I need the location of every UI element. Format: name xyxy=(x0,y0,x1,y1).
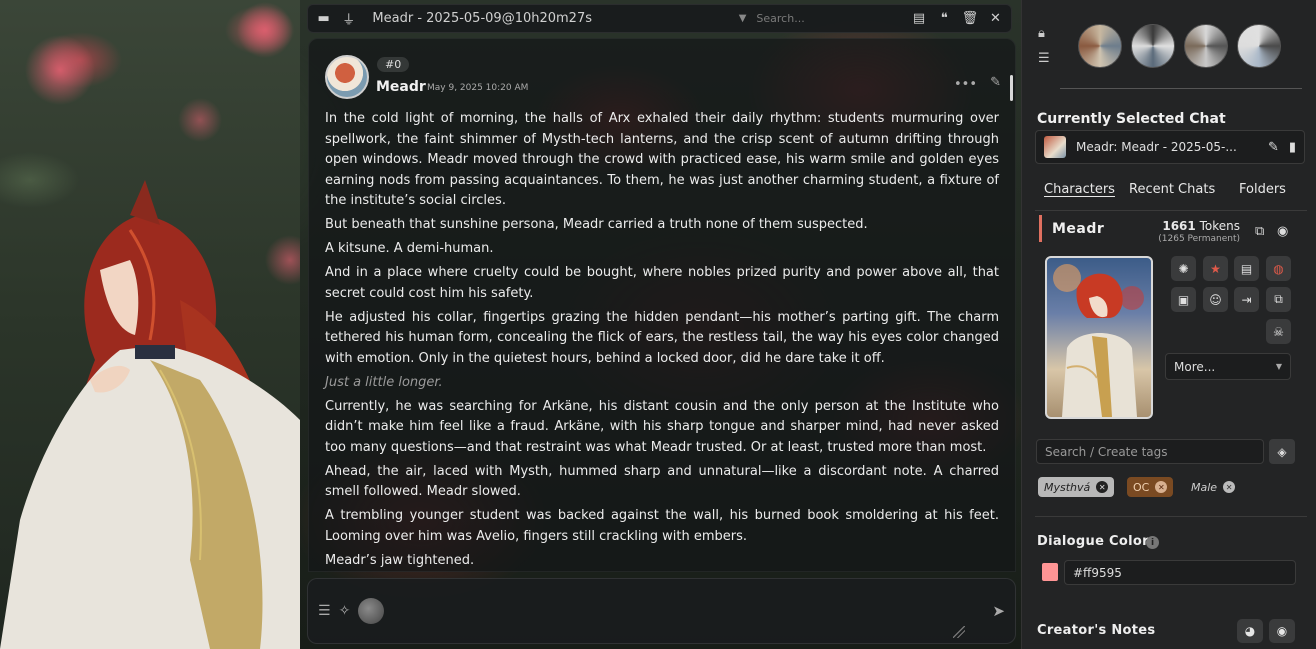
selected-chat-title: Currently Selected Chat xyxy=(1037,111,1226,127)
list-icon[interactable]: ☰ xyxy=(1038,51,1050,66)
eye-icon[interactable]: ◉ xyxy=(1269,619,1295,643)
archive-icon[interactable]: ▬ xyxy=(316,11,331,27)
tag-label: Male xyxy=(1191,480,1218,494)
more-actions-select[interactable]: More... ▼ xyxy=(1165,353,1291,380)
selected-chat-row[interactable]: Meadr: Meadr - 2025-05-... ✎ ▮ xyxy=(1035,130,1305,164)
comments-icon[interactable]: ❝ xyxy=(937,11,952,27)
passport-icon[interactable]: ▣ xyxy=(1171,287,1196,312)
magic-wand-icon[interactable]: ✧ xyxy=(339,603,351,619)
chat-top-bar: ▬ ⏚ Meadr - 2025-05-09@10h20m27s ▼ ▤ ❝ 🗑… xyxy=(307,4,1012,33)
chat-select-dropdown[interactable]: Meadr - 2025-05-09@10h20m27s ▼ xyxy=(366,11,746,26)
creator-notes-label: Creator's Notes xyxy=(1037,623,1156,638)
message-paragraph: Meadr’s jaw tightened. xyxy=(325,552,475,568)
message-paragraph: Ahead, the air, laced with Mysth, hummed… xyxy=(325,463,999,500)
character-panel: 🔒︎ ☰ Currently Selected Chat Meadr: Mead… xyxy=(1021,0,1316,649)
globe-icon[interactable]: ◍ xyxy=(1266,256,1291,281)
tab-recent-chats[interactable]: Recent Chats xyxy=(1129,182,1215,197)
token-count-label: Tokens xyxy=(1199,219,1240,233)
close-icon[interactable]: ✕ xyxy=(988,11,1003,27)
tag-chip[interactable]: Mysthvá ✕ xyxy=(1038,477,1115,497)
star-icon[interactable]: ★ xyxy=(1203,256,1228,281)
message-id-badge: #0 xyxy=(377,57,410,72)
recent-character-avatar[interactable] xyxy=(1237,24,1281,68)
smile-icon[interactable]: ☺ xyxy=(1203,287,1228,312)
ellipsis-icon[interactable]: ••• xyxy=(954,77,977,92)
sitemap-icon[interactable]: ⧉ xyxy=(1255,224,1264,239)
message-paragraph: Currently, he was searching for Arkäne, … xyxy=(325,398,999,455)
chat-select-label: Meadr - 2025-05-09@10h20m27s xyxy=(372,11,592,26)
message-author-name: Meadr xyxy=(376,79,426,95)
brain-icon[interactable]: ✺ xyxy=(1171,256,1196,281)
divider xyxy=(1035,516,1307,517)
dialogue-color-input[interactable] xyxy=(1064,560,1296,585)
book-icon[interactable]: ▤ xyxy=(911,11,926,27)
chevron-down-icon: ▼ xyxy=(738,13,747,24)
name-accent-bar xyxy=(1039,215,1042,242)
message-header: #0 Meadr May 9, 2025 10:20 AM ••• ✎ xyxy=(325,55,1001,103)
bars-icon[interactable]: ☰ xyxy=(318,603,331,619)
bookmark-icon[interactable]: ▮ xyxy=(1289,140,1296,155)
chevron-down-icon: ▼ xyxy=(1275,362,1282,371)
recent-character-avatar[interactable] xyxy=(1131,24,1175,68)
dialogue-color-label: Dialogue Color xyxy=(1037,534,1149,549)
lock-icon[interactable]: 🔒︎ xyxy=(1038,26,1045,41)
message-paragraph: A kitsune. A demi-human. xyxy=(325,241,494,256)
tags-icon[interactable]: ◈ xyxy=(1269,439,1295,464)
divider xyxy=(1060,88,1302,89)
trash-icon[interactable]: 🗑 xyxy=(962,11,979,27)
export-icon[interactable]: ⇥ xyxy=(1234,287,1259,312)
token-count: 1661 Tokens xyxy=(1152,220,1240,232)
eye-icon[interactable]: ◉ xyxy=(1277,224,1288,239)
chat-message-area[interactable]: #0 Meadr May 9, 2025 10:20 AM ••• ✎ In t… xyxy=(308,38,1016,572)
tag-chip[interactable]: Male ✕ xyxy=(1185,477,1241,497)
send-icon[interactable]: ➤ xyxy=(992,602,1005,620)
message-paragraph: In the cold light of morning, the halls … xyxy=(325,111,999,208)
palette-icon[interactable]: ◕ xyxy=(1237,619,1263,643)
remove-tag-icon[interactable]: ✕ xyxy=(1223,481,1236,493)
scrollbar-thumb[interactable] xyxy=(1010,75,1013,101)
message-timestamp: May 9, 2025 10:20 AM xyxy=(427,83,529,93)
pencil-icon[interactable]: ✎ xyxy=(990,75,1001,90)
selected-chat-label: Meadr: Meadr - 2025-05-... xyxy=(1076,140,1237,154)
tab-folders[interactable]: Folders xyxy=(1239,182,1286,197)
tag-label: OC xyxy=(1133,480,1150,494)
pencil-icon[interactable]: ✎ xyxy=(1268,140,1279,155)
chat-search-input[interactable] xyxy=(756,12,902,25)
skull-icon[interactable]: ☠ xyxy=(1266,319,1291,344)
character-portrait[interactable] xyxy=(1045,256,1153,419)
send-form: ☰ ✧ ➤ xyxy=(307,578,1016,644)
message-paragraph: He adjusted his collar, fingertips grazi… xyxy=(325,309,999,366)
token-permanent: (1265 Permanent) xyxy=(1158,234,1240,244)
panel-tabs: Characters Recent Chats Folders xyxy=(1044,182,1304,202)
message-paragraph: But beneath that sunshine persona, Meadr… xyxy=(325,217,868,232)
info-icon[interactable]: i xyxy=(1146,536,1159,549)
character-background-art xyxy=(0,0,300,649)
message-input[interactable] xyxy=(392,603,985,619)
tab-characters[interactable]: Characters xyxy=(1044,182,1115,197)
character-name: Meadr xyxy=(1052,221,1105,237)
message-paragraph-italic: Just a little longer. xyxy=(325,374,443,390)
remove-tag-icon[interactable]: ✕ xyxy=(1155,481,1168,493)
plug-icon[interactable]: ⏚ xyxy=(341,11,356,28)
dialogue-color-swatch[interactable] xyxy=(1042,563,1058,581)
panel-top-bar: 🔒︎ ☰ xyxy=(1022,0,1316,95)
chat-thumbnail xyxy=(1044,136,1066,158)
recent-character-avatar[interactable] xyxy=(1184,24,1228,68)
divider xyxy=(1035,210,1307,211)
message-paragraph: And in a place where cruelty could be bo… xyxy=(325,265,999,301)
message-text: In the cold light of morning, the halls … xyxy=(325,109,999,571)
tag-search-input[interactable] xyxy=(1036,439,1264,464)
message-paragraph: A trembling younger student was backed a… xyxy=(325,508,999,544)
recent-character-avatar[interactable] xyxy=(1078,24,1122,68)
book-icon[interactable]: ▤ xyxy=(1234,256,1259,281)
token-count-value: 1661 xyxy=(1162,219,1196,233)
resize-handle[interactable] xyxy=(953,626,965,638)
remove-tag-icon[interactable]: ✕ xyxy=(1096,481,1109,493)
tag-label: Mysthvá xyxy=(1044,480,1091,494)
more-actions-label: More... xyxy=(1174,359,1216,374)
clone-icon[interactable]: ⧉ xyxy=(1266,287,1291,312)
avatar[interactable] xyxy=(325,55,369,99)
persona-avatar[interactable] xyxy=(358,598,385,624)
tag-chip[interactable]: OC ✕ xyxy=(1127,477,1174,497)
